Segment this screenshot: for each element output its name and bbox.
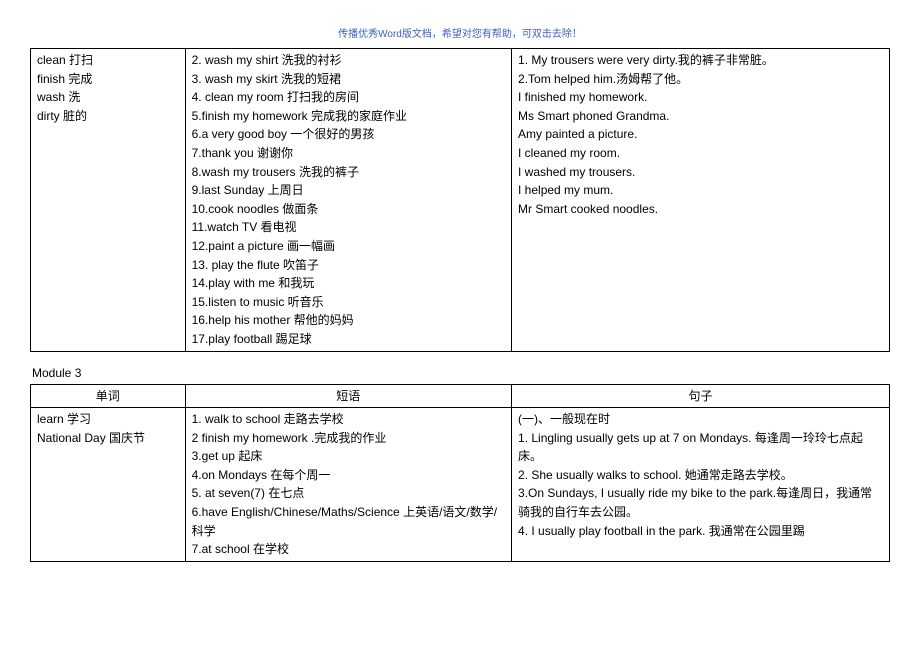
cell-line: 2.Tom helped him.汤姆帮了他。 (518, 70, 883, 89)
cell-line: 1. walk to school 走路去学校 (192, 410, 505, 429)
cell-line: 4. I usually play football in the park. … (518, 522, 883, 541)
cell-line: Ms Smart phoned Grandma. (518, 107, 883, 126)
cell-line: 7.at school 在学校 (192, 540, 505, 559)
cell-line: 13. play the flute 吹笛子 (192, 256, 505, 275)
cell-line: 16.help his mother 帮他的妈妈 (192, 311, 505, 330)
cell-line: 11.watch TV 看电视 (192, 218, 505, 237)
cell-line: 14.play with me 和我玩 (192, 274, 505, 293)
cell-line: 1. My trousers were very dirty.我的裤子非常脏。 (518, 51, 883, 70)
cell-line: 5.finish my homework 完成我的家庭作业 (192, 107, 505, 126)
cell-line: 5. at seven(7) 在七点 (192, 484, 505, 503)
cell-line: I washed my trousers. (518, 163, 883, 182)
cell-line: learn 学习 (37, 410, 179, 429)
module2-col1: clean 打扫finish 完成wash 洗dirty 脏的 (31, 49, 186, 352)
cell-line: I cleaned my room. (518, 144, 883, 163)
cell-line: 4. clean my room 打扫我的房间 (192, 88, 505, 107)
cell-line: 1. Lingling usually gets up at 7 on Mond… (518, 429, 883, 466)
module3-col3: (一)、一般现在时1. Lingling usually gets up at … (512, 408, 890, 562)
cell-line: 3. wash my skirt 洗我的短裙 (192, 70, 505, 89)
module3-header-col1: 单词 (31, 384, 186, 408)
cell-line: 12.paint a picture 画一幅画 (192, 237, 505, 256)
cell-line: 10.cook noodles 做面条 (192, 200, 505, 219)
cell-line: I helped my mum. (518, 181, 883, 200)
cell-line: 3.On Sundays, I usually ride my bike to … (518, 484, 883, 521)
module3-col1: learn 学习National Day 国庆节 (31, 408, 186, 562)
cell-line: 17.play football 踢足球 (192, 330, 505, 349)
cell-line: 2 finish my homework .完成我的作业 (192, 429, 505, 448)
module3-col2: 1. walk to school 走路去学校2 finish my homew… (185, 408, 511, 562)
cell-line: I finished my homework. (518, 88, 883, 107)
header-note: 传播优秀Word版文档，希望对您有帮助，可双击去除！ (30, 25, 890, 40)
cell-line: 6.have English/Chinese/Maths/Science 上英语… (192, 503, 505, 540)
cell-line: 3.get up 起床 (192, 447, 505, 466)
module2-col3: 1. My trousers were very dirty.我的裤子非常脏。2… (512, 49, 890, 352)
cell-line: Mr Smart cooked noodles. (518, 200, 883, 219)
module3-header-col3: 句子 (512, 384, 890, 408)
module3-table: 单词 短语 句子 learn 学习National Day 国庆节 1. wal… (30, 384, 890, 562)
cell-line: dirty 脏的 (37, 107, 179, 126)
cell-line: 15.listen to music 听音乐 (192, 293, 505, 312)
cell-line: 7.thank you 谢谢你 (192, 144, 505, 163)
cell-line: 8.wash my trousers 洗我的裤子 (192, 163, 505, 182)
module2-table: clean 打扫finish 完成wash 洗dirty 脏的 2. wash … (30, 48, 890, 352)
module3-title: Module 3 (32, 366, 890, 380)
cell-line: finish 完成 (37, 70, 179, 89)
cell-line: National Day 国庆节 (37, 429, 179, 448)
module2-col2: 2. wash my shirt 洗我的衬衫3. wash my skirt 洗… (185, 49, 511, 352)
cell-line: 9.last Sunday 上周日 (192, 181, 505, 200)
cell-line: wash 洗 (37, 88, 179, 107)
cell-line: (一)、一般现在时 (518, 410, 883, 429)
cell-line: clean 打扫 (37, 51, 179, 70)
cell-line: 2. She usually walks to school. 她通常走路去学校… (518, 466, 883, 485)
cell-line: 4.on Mondays 在每个周一 (192, 466, 505, 485)
cell-line: 2. wash my shirt 洗我的衬衫 (192, 51, 505, 70)
cell-line: Amy painted a picture. (518, 125, 883, 144)
cell-line: 6.a very good boy 一个很好的男孩 (192, 125, 505, 144)
module3-header-col2: 短语 (185, 384, 511, 408)
